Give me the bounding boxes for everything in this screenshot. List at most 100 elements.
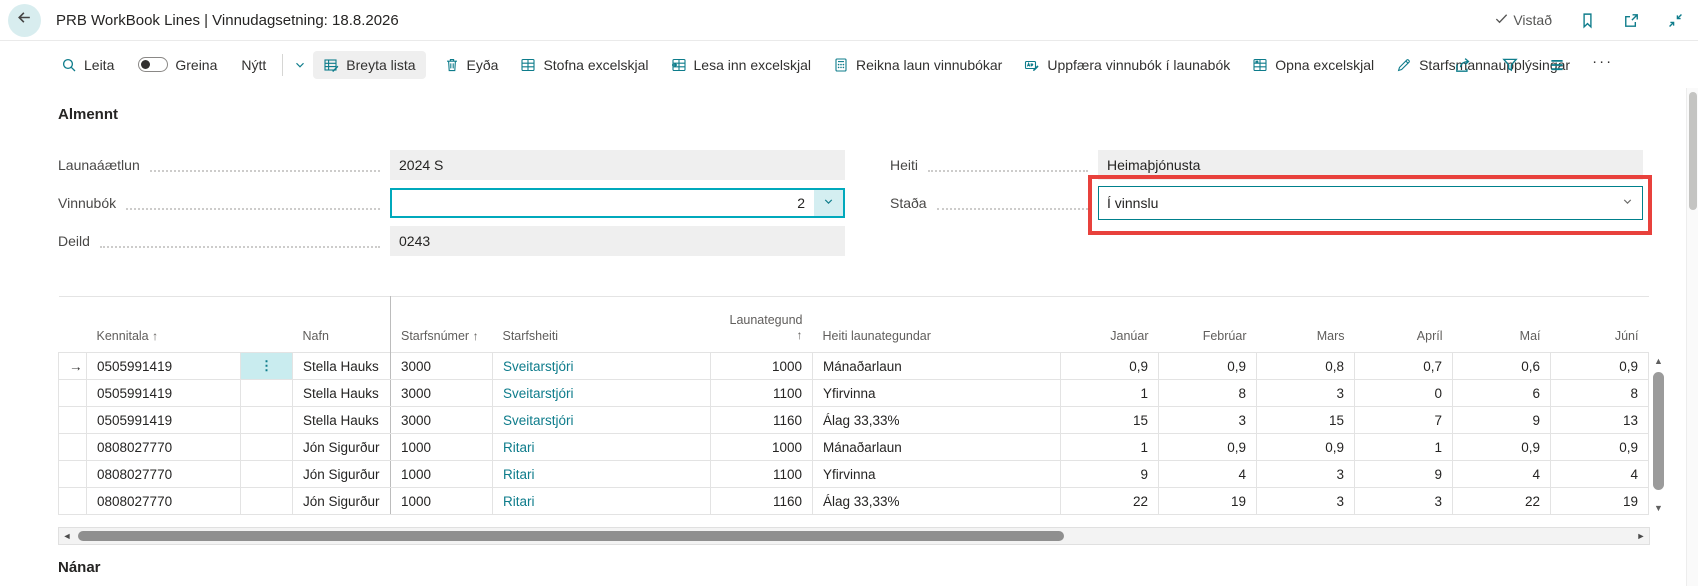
more-options-button[interactable]: ··· [1592,53,1613,76]
column-header-launategund[interactable]: Launategund↑ [711,297,813,353]
table-cell-mars[interactable]: 3 [1257,380,1355,407]
row-selector[interactable] [59,488,87,515]
table-cell-starfsheiti[interactable]: Sveitarstjóri [493,407,711,434]
grid-horizontal-scrollbar[interactable]: ◄ ► [58,527,1650,545]
table-cell-nafn[interactable]: Stella Hauks [293,407,391,434]
table-row[interactable]: 0505991419Stella Hauks3000Sveitarstjóri1… [59,407,1649,434]
popout-icon[interactable] [1623,12,1640,29]
row-selector[interactable] [59,434,87,461]
table-cell-launategund[interactable]: 1000 [711,434,813,461]
row-selector[interactable] [59,461,87,488]
table-cell-februar[interactable]: 0,9 [1159,434,1257,461]
table-cell-kennitala[interactable]: 0505991419 [87,380,241,407]
horizontal-scrollbar-thumb[interactable] [78,531,1064,541]
table-cell-starfsnumer[interactable]: 1000 [391,461,493,488]
table-cell-april[interactable]: 0,7 [1355,353,1453,380]
share-icon[interactable] [1454,56,1472,74]
table-cell-mai[interactable]: 0,6 [1453,353,1551,380]
table-cell-starfsheiti[interactable]: Sveitarstjóri [493,353,711,380]
table-cell-mars[interactable]: 0,8 [1257,353,1355,380]
table-cell-februar[interactable]: 0,9 [1159,353,1257,380]
table-row[interactable]: 0808027770Jón Sigurður1000Ritari1000Mána… [59,434,1649,461]
table-cell-juni[interactable]: 0,9 [1551,353,1649,380]
row-selector[interactable]: → [59,353,87,380]
table-cell-mai[interactable]: 22 [1453,488,1551,515]
page-scrollbar-thumb[interactable] [1689,92,1697,210]
column-header-mai[interactable]: Maí [1453,297,1551,353]
table-cell-juni[interactable]: 13 [1551,407,1649,434]
table-cell-launategund[interactable]: 1100 [711,461,813,488]
vinnubok-field[interactable]: 2 [390,188,845,218]
toolbar-button-edit-list[interactable]: Breyta lista [313,51,425,79]
back-button[interactable] [8,4,41,37]
column-header-februar[interactable]: Febrúar [1159,297,1257,353]
deild-field[interactable]: 0243 [390,226,845,256]
row-menu-button[interactable]: ⋮ [241,353,293,380]
table-cell-februar[interactable]: 4 [1159,461,1257,488]
table-cell-april[interactable]: 7 [1355,407,1453,434]
table-cell-starfsnumer[interactable]: 3000 [391,407,493,434]
table-cell-januar[interactable]: 1 [1061,434,1159,461]
toolbar-button-excel-import[interactable]: Lesa inn excelskjal [667,51,816,79]
table-cell-nafn[interactable]: Jón Sigurður [293,461,391,488]
new-button[interactable]: Nýtt [237,51,270,79]
table-cell-februar[interactable]: 8 [1159,380,1257,407]
scroll-left-arrow-icon[interactable]: ◄ [59,528,75,544]
table-cell-heiti_launategundar[interactable]: Yfirvinna [813,461,1061,488]
table-cell-juni[interactable]: 0,9 [1551,434,1649,461]
column-header-heiti_launategundar[interactable]: Heiti launategundar [813,297,1061,353]
search-button[interactable]: Leita [57,51,118,79]
table-cell-nafn[interactable]: Stella Hauks [293,380,391,407]
analyze-toggle[interactable] [138,57,168,72]
table-cell-april[interactable]: 0 [1355,380,1453,407]
table-cell-heiti_launategundar[interactable]: Mánaðarlaun [813,353,1061,380]
row-menu-button[interactable] [241,434,293,461]
row-menu-button[interactable] [241,380,293,407]
table-cell-starfsheiti[interactable]: Ritari [493,434,711,461]
table-cell-mars[interactable]: 3 [1257,488,1355,515]
grid-scrollbar-thumb[interactable] [1653,372,1664,490]
table-cell-juni[interactable]: 4 [1551,461,1649,488]
table-cell-januar[interactable]: 0,9 [1061,353,1159,380]
table-cell-mars[interactable]: 0,9 [1257,434,1355,461]
table-cell-mai[interactable]: 4 [1453,461,1551,488]
column-header-starfsnumer[interactable]: Starfsnúmer ↑ [391,297,493,353]
filter-icon[interactable] [1501,56,1519,74]
table-cell-mai[interactable]: 6 [1453,380,1551,407]
table-cell-februar[interactable]: 3 [1159,407,1257,434]
table-cell-januar[interactable]: 9 [1061,461,1159,488]
scroll-up-arrow-icon[interactable]: ▲ [1650,354,1667,368]
toolbar-button-update-workbook[interactable]: Uppfæra vinnubók í launabók [1020,51,1234,79]
toolbar-button-trash[interactable]: Eyða [440,51,503,79]
bookmark-icon[interactable] [1579,12,1596,29]
table-cell-mai[interactable]: 9 [1453,407,1551,434]
table-cell-starfsnumer[interactable]: 3000 [391,380,493,407]
list-view-icon[interactable] [1548,56,1566,74]
row-menu-button[interactable] [241,407,293,434]
table-cell-juni[interactable]: 19 [1551,488,1649,515]
table-cell-heiti_launategundar[interactable]: Álag 33,33% [813,488,1061,515]
toolbar-button-excel-open[interactable]: Opna excelskjal [1248,51,1378,79]
table-cell-nafn[interactable]: Stella Hauks [293,353,391,380]
table-cell-starfsnumer[interactable]: 1000 [391,488,493,515]
stada-select[interactable]: Í vinnslu [1098,186,1643,220]
page-scrollbar[interactable] [1686,88,1698,586]
column-header-nafn[interactable]: Nafn [293,297,391,353]
table-cell-kennitala[interactable]: 0808027770 [87,434,241,461]
table-cell-januar[interactable]: 1 [1061,380,1159,407]
column-header-juni[interactable]: Júní [1551,297,1649,353]
table-cell-kennitala[interactable]: 0808027770 [87,488,241,515]
heiti-field[interactable]: Heimaþjónusta [1098,150,1643,180]
table-cell-starfsnumer[interactable]: 3000 [391,353,493,380]
toolbar-button-excel[interactable]: Stofna excelskjal [516,51,652,79]
column-header-mars[interactable]: Mars [1257,297,1355,353]
table-row[interactable]: 0808027770Jón Sigurður1000Ritari1160Álag… [59,488,1649,515]
table-cell-starfsheiti[interactable]: Ritari [493,488,711,515]
table-cell-juni[interactable]: 8 [1551,380,1649,407]
table-row[interactable]: →0505991419⋮Stella Hauks3000Sveitarstjór… [59,353,1649,380]
table-cell-launategund[interactable]: 1100 [711,380,813,407]
minimize-icon[interactable] [1667,12,1684,29]
table-cell-heiti_launategundar[interactable]: Yfirvinna [813,380,1061,407]
table-row[interactable]: 0505991419Stella Hauks3000Sveitarstjóri1… [59,380,1649,407]
table-cell-launategund[interactable]: 1160 [711,407,813,434]
